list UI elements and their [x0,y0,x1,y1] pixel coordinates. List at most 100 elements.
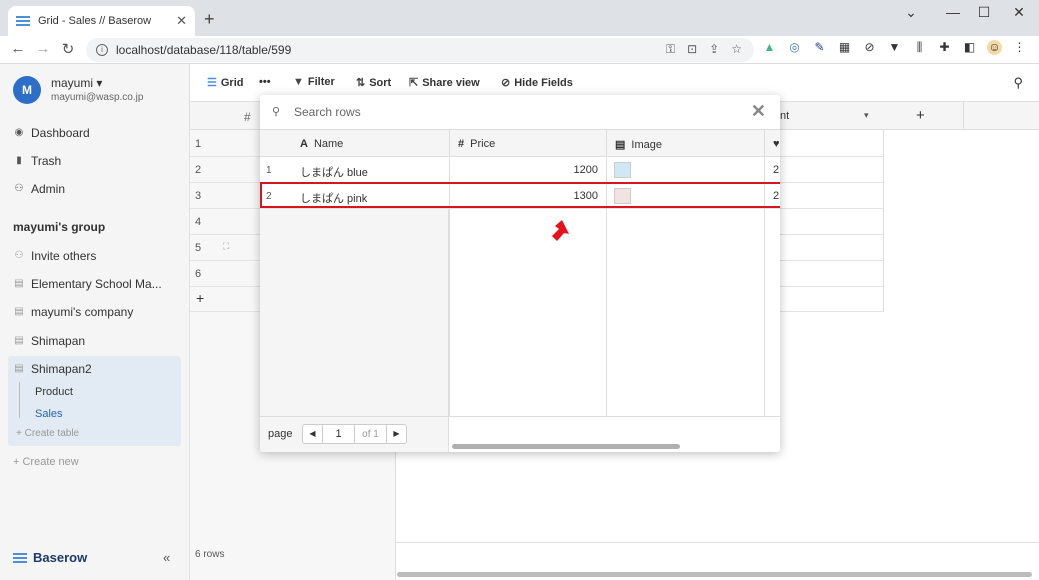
profile-avatar-icon[interactable]: ☺ [987,40,1002,55]
table-item-sales[interactable]: Sales [35,408,63,420]
window-close-icon[interactable]: ✕ [1004,4,1034,21]
trash-icon: ▮ [16,155,22,166]
sidebar-item-shimapan[interactable]: ▤ Shimapan [14,334,85,348]
chevron-down-icon[interactable]: ▾ [864,110,869,121]
table-row[interactable]: 1 しまぱん blue 1200 2 [260,157,780,183]
sidebar-item-shimapan2[interactable]: ▤ Shimapan2 [14,362,91,376]
extension-icons: ▲ ◎ ✎ ▦ ⊘ ▼ ⫼ ✚ ◧ ☺ ⋮ [762,40,1027,55]
more-icon: ••• [259,76,271,88]
star-icon[interactable]: ☆ [731,42,742,57]
admin-icon: ⚇ [14,183,24,194]
field-header-label[interactable]: nt [780,110,789,122]
next-page-icon[interactable]: ▶ [386,425,406,443]
highlight-box [260,182,780,208]
sidebar-item-label: Shimapan [31,334,86,348]
modal-horizontal-scrollbar[interactable] [452,444,680,449]
column-header-truncated[interactable]: ♥ [773,138,780,150]
search-rows-input[interactable] [294,103,734,121]
url-bar[interactable]: i localhost/database/118/table/599 ⚿ ⊡ ⇪… [86,38,754,62]
block-extension-icon[interactable]: ⊘ [862,40,877,55]
close-icon[interactable]: ✕ [751,101,766,122]
previous-page-icon[interactable]: ◀ [303,425,323,443]
red-arrow-icon [552,220,569,241]
search-icon[interactable]: ⚲ [1013,75,1023,91]
tab-close-icon[interactable]: ✕ [176,13,187,29]
row-number: 4 [195,216,202,228]
dashboard-icon: ◉ [14,127,24,138]
row-number: 1 [266,165,272,176]
minimize-icon[interactable]: — [938,4,968,20]
filter-extension-icon[interactable]: ▼ [887,40,902,55]
circle-extension-icon[interactable]: ◎ [787,40,802,55]
sort-icon: ⇅ [356,77,366,89]
user-name[interactable]: mayumi ▾ [51,76,102,90]
column-divider [449,130,450,416]
people-icon: ⚇ [14,250,24,261]
share-view-label: Share view [422,76,480,89]
table-item-product[interactable]: Product [35,386,73,398]
baserow-logo-icon [13,552,27,563]
sidebar-item-label: mayumi's company [31,305,134,319]
sidepanel-icon[interactable]: ◧ [962,40,977,55]
share-view-button[interactable]: ⇱ Share view [409,76,480,90]
add-field-button[interactable]: + [916,107,925,124]
sort-label: Sort [369,76,392,89]
pen-extension-icon[interactable]: ✎ [812,40,827,55]
horizontal-scrollbar[interactable] [397,572,1032,577]
select-row-modal: ⚲ ✕ A Name # Price ▤ Image ♥ 1 しまぱん blue… [260,95,780,452]
vue-extension-icon[interactable]: ▲ [762,40,777,55]
puzzle-extension-icon[interactable]: ✚ [937,40,952,55]
equalizer-extension-icon[interactable]: ⫼ [912,40,927,55]
sidebar-item-dashboard[interactable]: ◉ Dashboard [14,126,90,140]
column-header-label: Price [470,138,496,150]
tab-title: Grid - Sales // Baserow [38,15,152,27]
eye-slash-icon: ⊘ [501,77,511,89]
group-title[interactable]: mayumi's group [13,220,105,234]
sidebar-item-company[interactable]: ▤ mayumi's company [14,305,133,319]
modal-search-bar: ⚲ ✕ [260,95,780,130]
database-icon: ▤ [14,306,24,317]
hide-fields-button[interactable]: ⊘ Hide Fields [501,76,573,90]
column-header-price[interactable]: # Price [458,138,495,150]
add-row-button[interactable]: + [196,290,204,306]
create-table-link[interactable]: + Create table [16,428,79,439]
tree-line [19,382,20,418]
sidebar-item-trash[interactable]: ▮ Trash [14,154,61,168]
qr-extension-icon[interactable]: ▦ [837,40,852,55]
share-icon[interactable]: ⇪ [709,42,719,57]
column-divider [606,130,607,416]
sort-button[interactable]: ⇅ Sort [356,76,392,90]
sidebar-item-elementary[interactable]: ▤ Elementary School Ma... [14,277,161,291]
browser-tab[interactable]: Grid - Sales // Baserow ✕ [8,6,195,36]
filter-button[interactable]: ▼ Filter [293,76,335,88]
grid-view-button[interactable]: ☰ Grid [207,76,244,90]
new-tab-button[interactable]: + [204,9,215,30]
key-icon[interactable]: ⚿ [666,42,675,57]
expand-row-icon[interactable]: ⛶ [223,241,229,252]
reload-icon[interactable]: ↻ [58,40,78,58]
browser-menu-icon[interactable]: ⋮ [1012,40,1027,55]
column-header-image[interactable]: ▤ Image [615,138,662,152]
column-header-name[interactable]: A Name [300,138,343,150]
sidebar-item-invite[interactable]: ⚇ Invite others [14,249,97,263]
collapse-sidebar-icon[interactable]: « [163,550,170,565]
column-divider [764,130,765,416]
create-new-link[interactable]: + Create new [13,456,79,468]
baserow-favicon-icon [16,16,30,26]
sidebar-item-label: Trash [31,154,62,168]
back-arrow-icon[interactable]: ← [8,40,28,57]
page-number-input[interactable]: 1 [323,425,355,443]
sidebar-item-label: Dashboard [31,126,90,140]
forward-arrow-icon[interactable]: → [33,40,53,57]
sidebar-item-admin[interactable]: ⚇ Admin [14,182,66,196]
info-icon[interactable]: i [96,44,108,56]
row-price: 1200 [573,164,598,176]
translate-icon[interactable]: ⊡ [687,42,697,57]
more-options-button[interactable]: ••• [259,76,271,88]
avatar[interactable]: M [13,76,41,104]
chevron-down-icon[interactable]: ⌄ [896,4,926,21]
url-text: localhost/database/118/table/599 [116,43,292,57]
row-extra: 2 [773,164,780,176]
maximize-icon[interactable]: ☐ [969,4,999,21]
browser-tab-bar: Grid - Sales // Baserow ✕ + ⌄ — ☐ ✕ [0,0,1039,36]
